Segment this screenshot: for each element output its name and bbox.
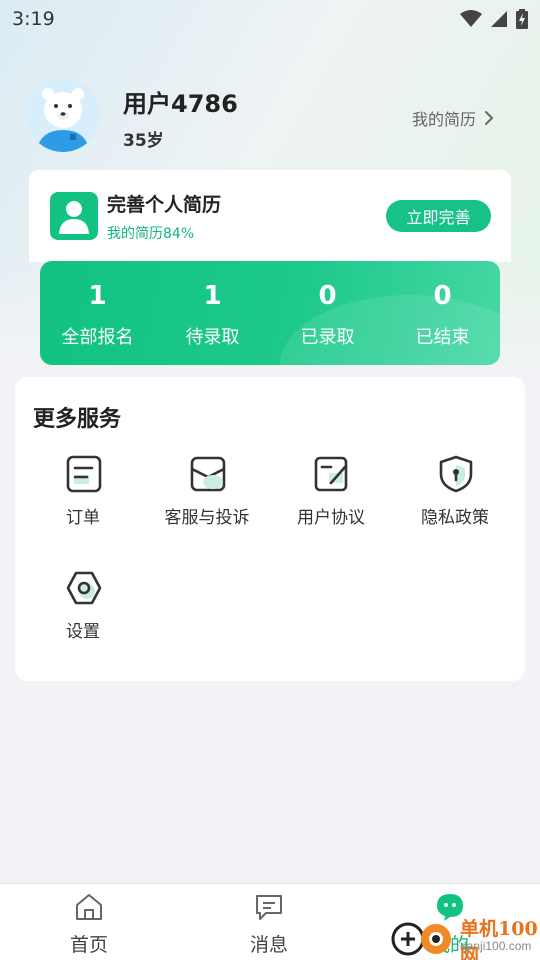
privacy-shield-icon	[439, 455, 473, 493]
services-title: 更多服务	[33, 407, 122, 432]
status-time: 3:19	[12, 8, 55, 30]
message-icon	[256, 895, 282, 920]
service-privacy-policy[interactable]: 隐私政策	[393, 455, 517, 545]
stat-ended[interactable]: 0 已结束	[385, 261, 500, 365]
stat-label: 全部报名	[61, 327, 134, 348]
service-mail-icon	[190, 456, 226, 492]
polar-bear-avatar-icon	[26, 78, 100, 152]
resume-user-icon	[50, 192, 98, 240]
my-resume-label: 我的简历	[411, 110, 476, 129]
service-settings[interactable]: 设置	[21, 569, 145, 659]
agreement-icon	[314, 456, 348, 492]
resume-progress-text: 我的简历84%	[107, 226, 195, 242]
application-stats: 1 全部报名 1 待录取 0 已录取 0 已结束	[40, 261, 500, 365]
watermark-text: 单机100网	[460, 918, 538, 960]
chevron-right-icon	[485, 111, 494, 125]
my-resume-link[interactable]: 我的简历	[412, 106, 494, 130]
stat-pending[interactable]: 1 待录取	[155, 261, 270, 365]
stat-label: 已录取	[300, 327, 355, 348]
avatar[interactable]	[26, 78, 100, 152]
stat-value: 1	[203, 281, 222, 311]
stat-label: 待录取	[185, 327, 240, 348]
nav-label: 消息	[249, 934, 288, 956]
service-user-agreement[interactable]: 用户协议	[269, 455, 393, 545]
profile-header: 用户4786 35岁 我的简历	[26, 78, 516, 154]
order-icon	[66, 455, 102, 493]
complete-resume-title: 完善个人简历	[107, 194, 222, 216]
status-bar: 3:19	[0, 0, 540, 38]
service-label: 隐私政策	[421, 508, 489, 528]
watermark-logo-icon	[391, 922, 451, 956]
signal-icon	[491, 11, 507, 27]
complete-now-button[interactable]: 立即完善	[386, 200, 491, 232]
service-label: 设置	[66, 622, 100, 642]
home-icon	[76, 894, 102, 920]
wifi-icon	[460, 10, 482, 27]
nav-messages[interactable]: 消息	[214, 892, 324, 956]
stat-value: 0	[433, 281, 452, 311]
user-name: 用户4786	[123, 90, 238, 118]
stat-admitted[interactable]: 0 已录取	[270, 261, 385, 365]
stat-label: 已结束	[415, 327, 470, 348]
watermark-url: danji100.com	[460, 939, 532, 953]
stat-value: 1	[88, 281, 107, 311]
nav-home[interactable]: 首页	[34, 892, 144, 956]
service-label: 订单	[66, 508, 100, 528]
service-label: 客服与投诉	[164, 508, 250, 528]
settings-icon	[66, 571, 102, 605]
status-icons	[460, 9, 528, 29]
nav-label: 首页	[69, 934, 108, 956]
stat-value: 0	[318, 281, 337, 311]
battery-icon	[516, 9, 528, 29]
user-age: 35岁	[123, 131, 164, 151]
service-order[interactable]: 订单	[21, 455, 145, 545]
stat-all-applied[interactable]: 1 全部报名	[40, 261, 155, 365]
site-watermark: 单机100网 danji100.com	[390, 912, 540, 960]
complete-resume-card: 完善个人简历 我的简历84% 立即完善	[29, 170, 511, 262]
more-services-card: 更多服务 订单 客服与投诉 用户协议 隐私政策 设置	[15, 377, 525, 681]
service-customer-support[interactable]: 客服与投诉	[145, 455, 269, 545]
service-label: 用户协议	[297, 508, 365, 528]
